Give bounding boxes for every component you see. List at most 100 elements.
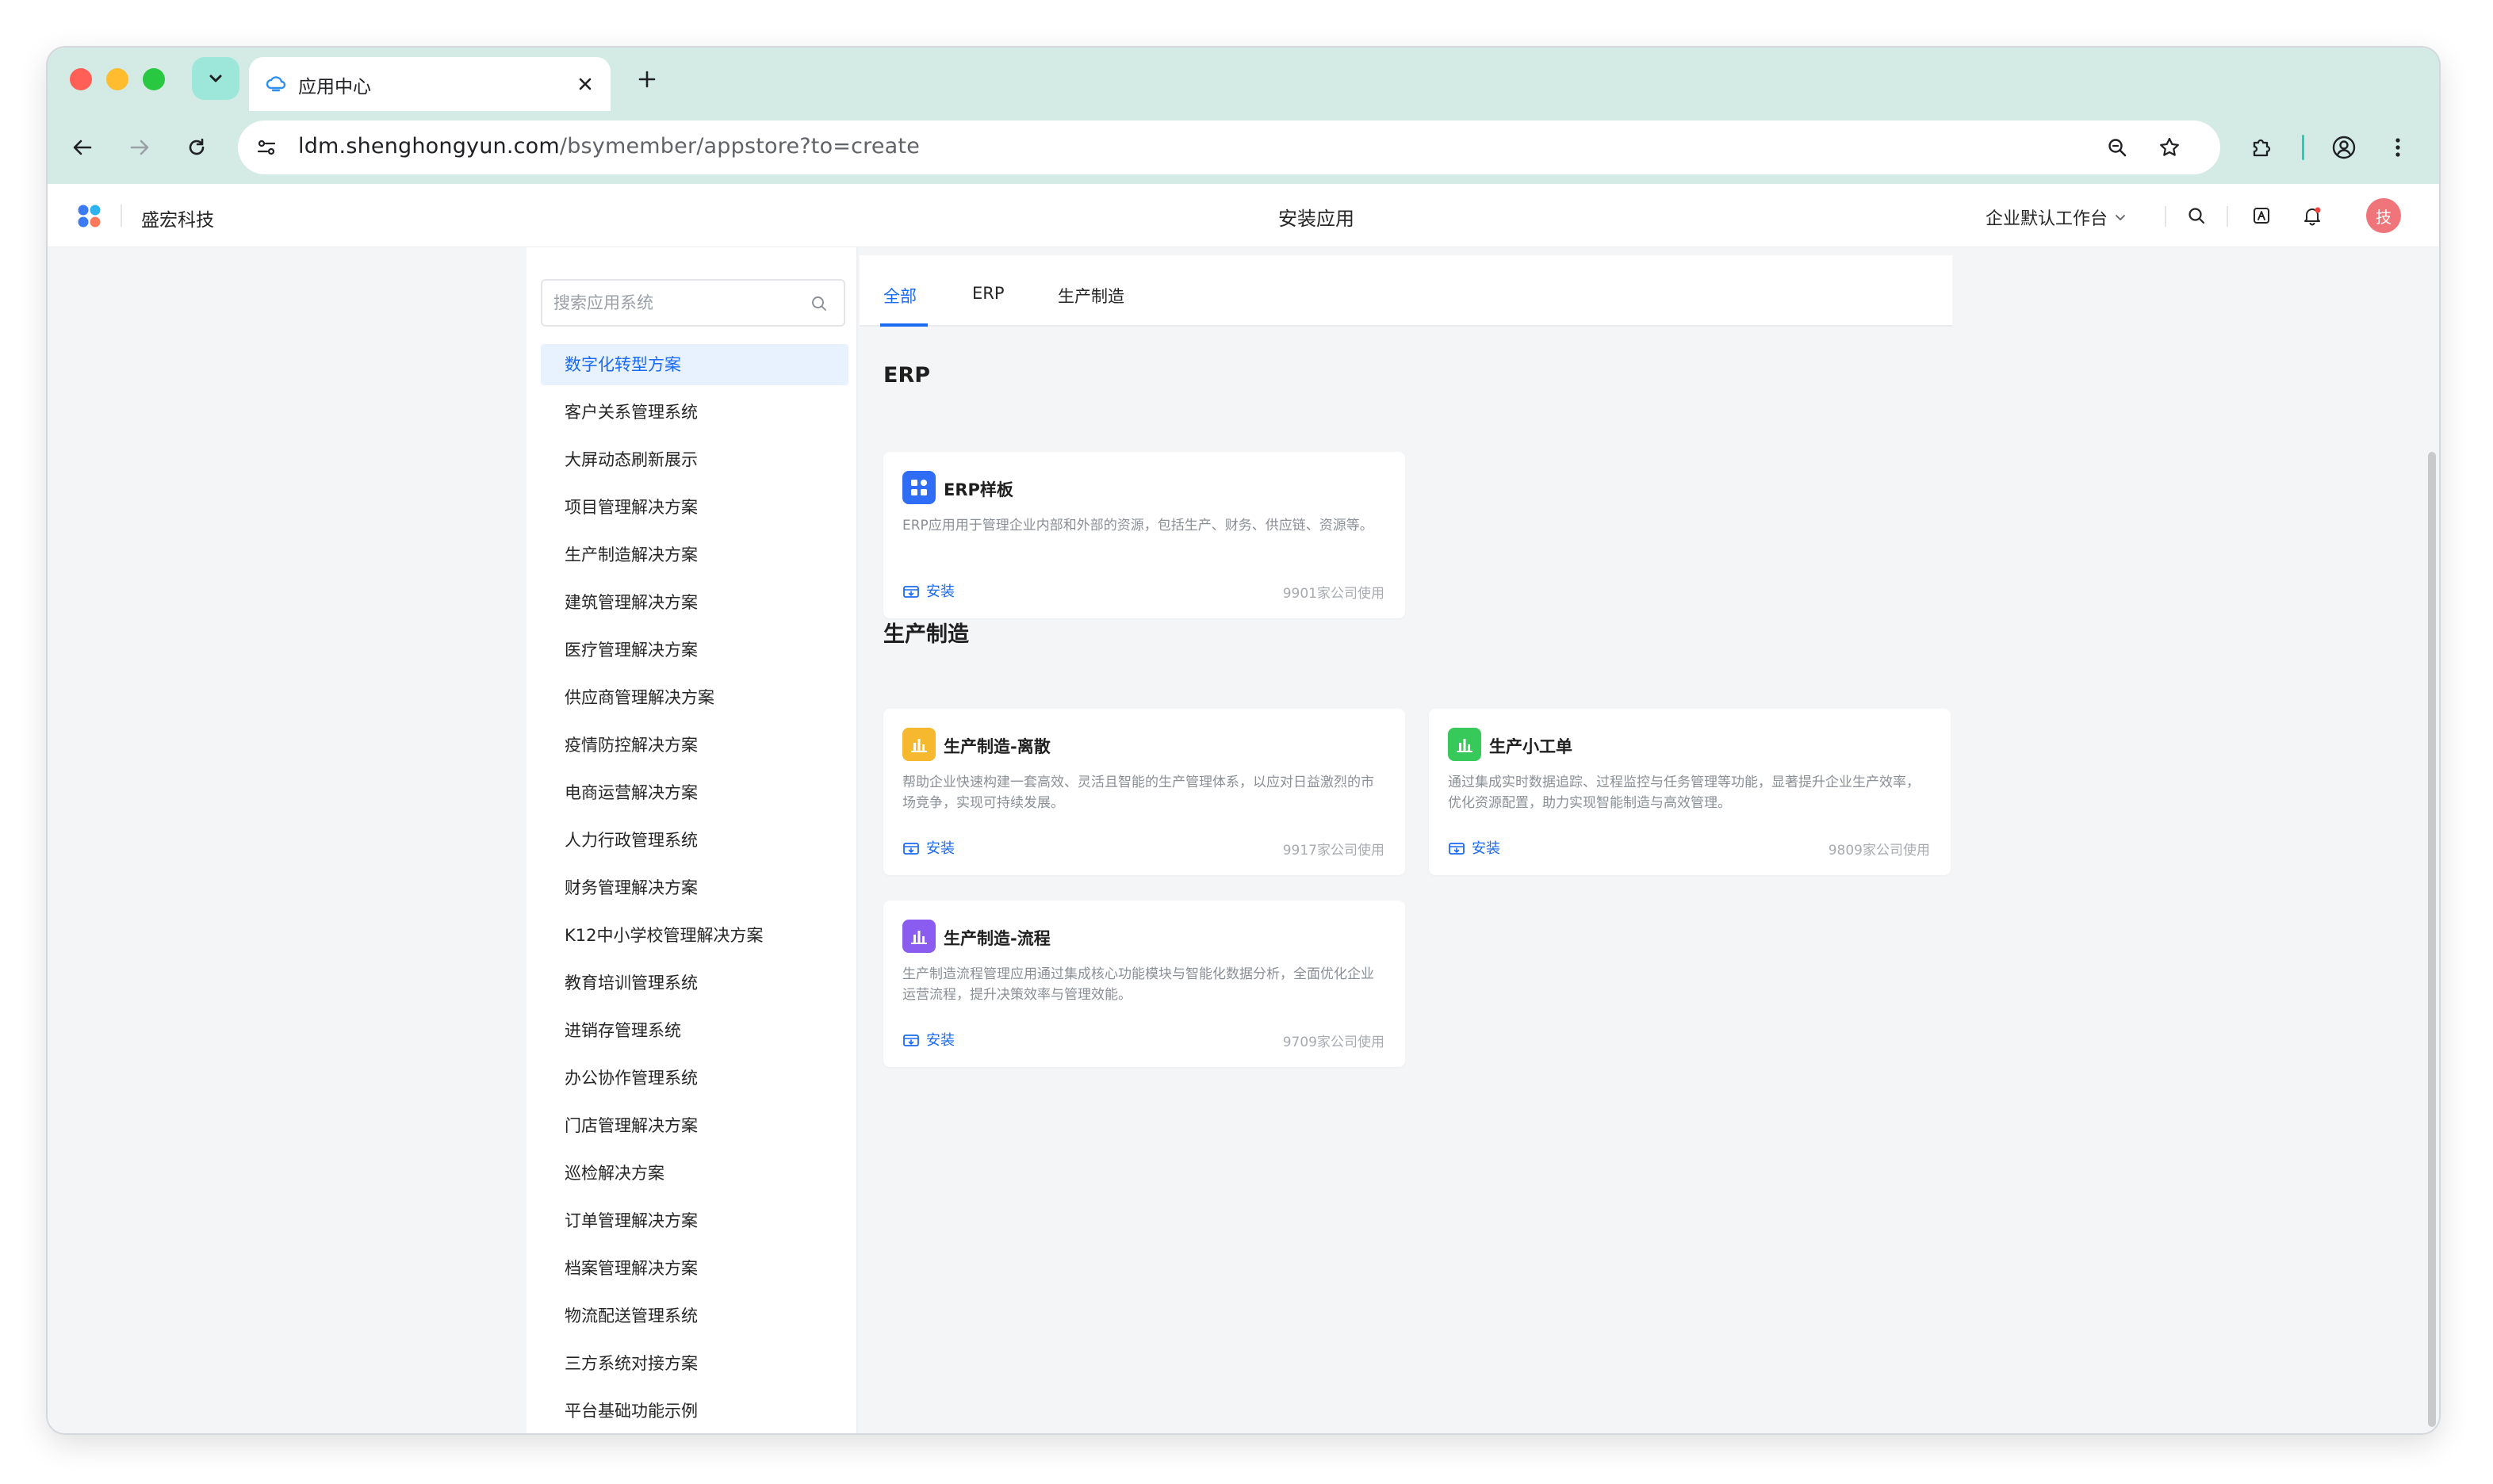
close-tab-icon[interactable] [574,73,596,95]
install-label: 安装 [926,840,955,857]
active-tab-indicator [880,323,928,327]
bookmark-star-icon[interactable] [2154,132,2185,163]
arrow-left-icon [73,140,92,155]
address-bar[interactable]: ldm.shenghongyun.com/bsymember/appstore?… [238,120,2220,174]
install-button[interactable]: 安装 [902,580,955,601]
tab-all[interactable]: 全部 [883,284,917,308]
install-button[interactable]: 安装 [902,837,955,858]
install-box-icon [1449,843,1465,855]
tab-search-button[interactable] [192,57,239,100]
app-card[interactable]: 生产制造-流程生产制造流程管理应用通过集成核心功能模块与智能化数据分析，全面优化… [883,901,1405,1067]
sidebar-item[interactable]: 生产制造解决方案 [541,534,848,576]
sidebar-item[interactable]: 巡检解决方案 [541,1153,848,1194]
app-name: ERP样板 [944,480,1013,499]
sidebar-item[interactable]: 医疗管理解决方案 [541,629,848,671]
sidebar-item[interactable]: 物流配送管理系统 [541,1295,848,1337]
tab-erp[interactable]: ERP [972,284,1005,303]
browser-tab[interactable]: 应用中心 [249,57,611,111]
bar-chart-icon [902,728,936,761]
tab-title: 应用中心 [298,77,371,98]
sidebar-item[interactable]: 门店管理解决方案 [541,1105,848,1146]
sidebar-item[interactable]: 项目管理解决方案 [541,487,848,528]
extensions-icon[interactable] [2244,130,2279,165]
sidebar-item[interactable]: 进销存管理系统 [541,1010,848,1051]
new-tab-button[interactable] [631,63,663,95]
page-content: 数字化转型方案客户关系管理系统大屏动态刷新展示项目管理解决方案生产制造解决方案建… [48,247,2439,1433]
reload-button[interactable] [179,130,214,165]
browser-window: 应用中心 ldm.shenghongyun.com/bsymember/apps… [48,48,2439,1433]
sidebar-item[interactable]: 订单管理解决方案 [541,1200,848,1241]
site-settings-icon[interactable] [251,132,282,163]
sidebar-item[interactable]: K12中小学校管理解决方案 [541,915,848,956]
usage-count: 9809家公司使用 [1828,843,1930,859]
profile-icon[interactable] [2326,130,2361,165]
forward-button[interactable] [122,130,157,165]
url-host: ldm.shenghongyun.com [298,134,560,159]
app-description: 生产制造流程管理应用通过集成核心功能模块与智能化数据分析，全面优化企业运营流程，… [902,966,1374,1003]
category-tabs: 全部 ERP 生产制造 [860,255,1952,327]
bar-chart-icon [902,920,936,953]
close-window-button[interactable] [70,68,92,90]
app-name: 生产制造-流程 [944,929,1051,948]
sidebar-item[interactable]: 大屏动态刷新展示 [541,439,848,480]
usage-count: 9917家公司使用 [1282,843,1384,859]
avatar[interactable]: 技 [2366,198,2401,233]
install-label: 安装 [926,583,955,600]
workspace-selector[interactable]: 企业默认工作台 [1986,205,2127,230]
search-input[interactable] [553,281,807,325]
notification-bell-icon[interactable] [2298,201,2326,230]
sidebar: 数字化转型方案客户关系管理系统大屏动态刷新展示项目管理解决方案生产制造解决方案建… [527,247,858,1433]
url-path: /bsymember/appstore?to=create [559,134,921,159]
sidebar-item[interactable]: 办公协作管理系统 [541,1058,848,1099]
sidebar-item[interactable]: 客户关系管理系统 [541,392,848,433]
install-box-icon [903,586,919,598]
app-name: 生产制造-离散 [944,737,1051,756]
minimize-window-button[interactable] [106,68,128,90]
more-menu-icon[interactable] [2384,130,2412,165]
app-card[interactable]: 生产小工单 通过集成实时数据追踪、过程监控与任务管理等功能，显著提升企业生产效率，… [1429,709,1951,875]
sidebar-item[interactable]: 建筑管理解决方案 [541,582,848,623]
app-name: 生产小工单 [1489,737,1572,756]
sidebar-item[interactable]: 三方系统对接方案 [541,1343,848,1384]
app-logo-icon[interactable] [76,203,103,230]
app-catalog: 全部 ERP 生产制造 ERP 生产制造 ERP样板 ERP应用用于管理企业内部和… [860,247,1952,1433]
sidebar-item[interactable]: 教育培训管理系统 [541,962,848,1004]
brand-name: 盛宏科技 [141,210,214,231]
grid-apps-icon [902,471,936,504]
toolbar-divider [2302,135,2304,160]
app-description: 帮助企业快速构建一套高效、灵活且智能的生产管理体系，以应对日益激烈的市场竞争，实… [902,775,1374,811]
sidebar-item[interactable]: 数字化转型方案 [541,344,848,385]
sidebar-item[interactable]: 电商运营解决方案 [541,772,848,813]
sidebar-item[interactable]: 档案管理解决方案 [541,1248,848,1289]
translate-icon[interactable] [2247,201,2276,230]
sidebar-item[interactable]: 疫情防控解决方案 [541,725,848,766]
url-text[interactable]: ldm.shenghongyun.com/bsymember/appstore?… [298,134,920,159]
app-card[interactable]: 生产制造-离散帮助企业快速构建一套高效、灵活且智能的生产管理体系，以应对日益激烈… [883,709,1405,875]
install-box-icon [903,1035,919,1046]
chevron-down-icon [2116,215,2125,220]
sidebar-item[interactable]: 人力行政管理系统 [541,820,848,861]
section-title: ERP [883,363,931,388]
maximize-window-button[interactable] [143,68,165,90]
app-header: 盛宏科技 安装应用 企业默认工作台 技 [48,184,2439,247]
page-title: 安装应用 [1278,208,1354,230]
install-button[interactable]: 安装 [1448,837,1500,858]
sidebar-item[interactable]: 平台基础功能示例 [541,1390,848,1432]
search-icon[interactable] [2182,201,2211,230]
header-divider [2227,206,2228,227]
zoom-icon[interactable] [2101,132,2133,163]
back-button[interactable] [65,130,100,165]
avatar-text: 技 [2376,207,2392,227]
sidebar-search [541,279,845,327]
sidebar-item[interactable]: 供应商管理解决方案 [541,677,848,718]
install-button[interactable]: 安装 [902,1029,955,1050]
bar-chart-icon [1448,728,1481,761]
browser-chrome: 应用中心 ldm.shenghongyun.com/bsymember/apps… [48,48,2439,184]
sidebar-item[interactable]: 财务管理解决方案 [541,867,848,908]
tab-manufacturing[interactable]: 生产制造 [1058,284,1124,308]
usage-count: 9709家公司使用 [1282,1035,1384,1050]
chevron-down-icon [209,75,222,82]
scrollbar-thumb[interactable] [2428,452,2436,1427]
search-icon[interactable] [807,292,831,316]
app-card[interactable]: ERP样板 ERP应用用于管理企业内部和外部的资源，包括生产、财务、供应链、资源等… [883,452,1405,618]
